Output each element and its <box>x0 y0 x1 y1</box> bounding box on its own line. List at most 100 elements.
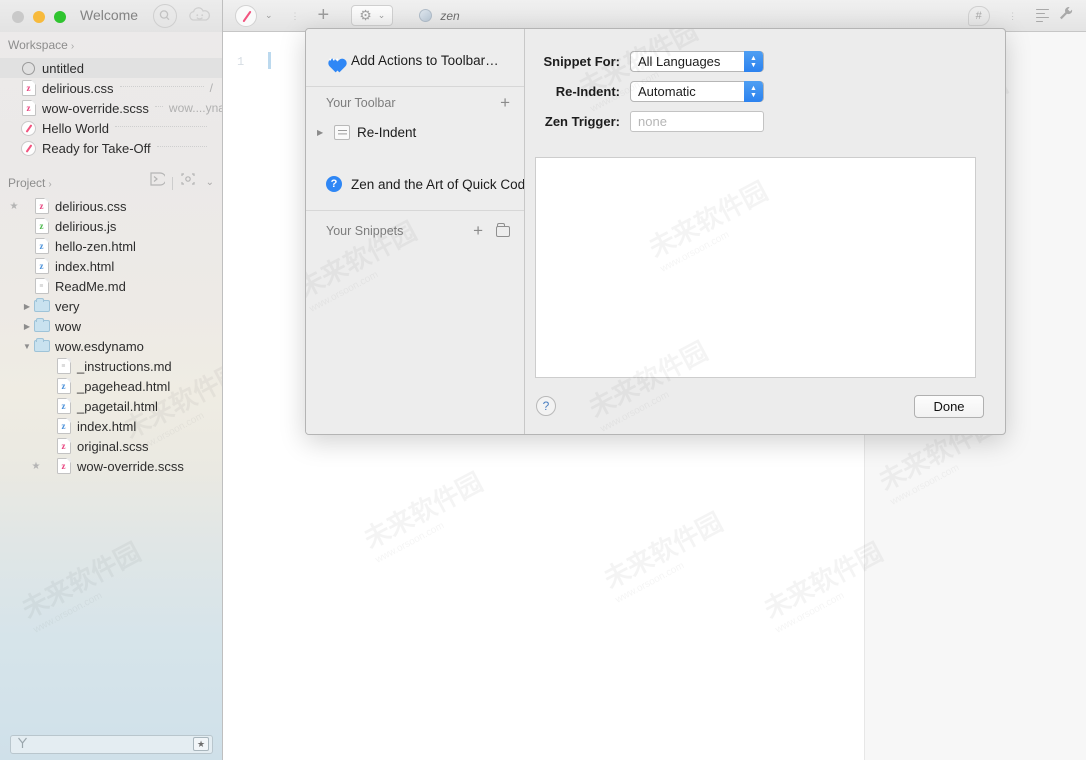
stepper-arrows-icon[interactable]: ▲ ▼ <box>744 51 763 72</box>
disclosure-triangle-icon[interactable] <box>43 416 55 436</box>
html-file-icon: z <box>34 258 49 274</box>
disclosure-triangle-icon[interactable]: ▶ <box>21 316 33 336</box>
disclosure-triangle-icon[interactable] <box>43 396 55 416</box>
filter-input[interactable]: ★ <box>10 734 213 754</box>
project-section-header[interactable]: Project › ⌄ <box>0 170 222 196</box>
project-item-label: original.scss <box>77 438 149 454</box>
project-item[interactable]: z _pagetail.html <box>0 396 222 416</box>
workspace-item-meta: / <box>209 81 213 95</box>
overflow-dots-icon[interactable]: ⋮ <box>291 11 300 20</box>
search-icon[interactable] <box>153 4 177 28</box>
add-snippet-button[interactable]: + <box>473 222 483 239</box>
project-item[interactable]: z hello-zen.html <box>0 236 222 256</box>
folder-icon <box>33 338 50 352</box>
disclosure-triangle-icon[interactable]: ▶ <box>317 128 327 137</box>
project-item[interactable]: ▶ very <box>0 296 222 316</box>
settings-brackets-icon[interactable] <box>180 170 196 196</box>
add-toolbar-action-button[interactable]: + <box>500 94 510 111</box>
sidebar-titlebar: Welcome <box>0 0 222 32</box>
snippet-body-textarea[interactable] <box>535 157 976 378</box>
add-button[interactable]: + <box>318 4 330 27</box>
hash-bubble-icon[interactable]: # <box>967 5 990 26</box>
overflow-dots-icon[interactable]: ⋮ <box>1008 11 1017 20</box>
sidebar: Welcome Workspace › untitled z delirious.c <box>0 0 223 760</box>
disclosure-triangle-icon[interactable]: ▶ <box>21 296 33 316</box>
workspace-section-header[interactable]: Workspace › <box>0 32 222 58</box>
scss-file-icon: z <box>56 438 71 454</box>
smiley-cloud-icon[interactable] <box>188 4 212 28</box>
lines-icon[interactable] <box>1035 8 1049 23</box>
md-file-icon: ≡ <box>34 278 49 294</box>
disclosure-triangle-icon[interactable] <box>43 456 55 476</box>
your-toolbar-actions: + <box>500 94 510 111</box>
chevron-down-icon[interactable]: ⌄ <box>265 10 273 21</box>
disclosure-triangle-icon[interactable] <box>21 276 33 296</box>
project-item[interactable]: z index.html <box>0 256 222 276</box>
gear-dropdown-button[interactable]: ⚙ ⌄ <box>351 5 394 26</box>
workspace-item[interactable]: untitled <box>0 58 222 78</box>
text-input[interactable]: none <box>630 111 764 132</box>
dialog-form-pane: Snippet For: All Languages ▲ ▼ Re-Indent: Aut… <box>525 29 1005 434</box>
search-glyph <box>159 10 170 21</box>
leader-dots <box>154 106 163 107</box>
compass-icon[interactable] <box>235 4 257 27</box>
project-item[interactable]: z _pagehead.html <box>0 376 222 396</box>
disclosure-triangle-icon[interactable] <box>21 236 33 256</box>
window-minimize-button[interactable] <box>33 11 45 23</box>
chevron-down-icon[interactable]: ⌄ <box>206 170 214 196</box>
dialog-sidebar: ••• Add Actions to Toolbar… Your Toolbar… <box>306 29 525 434</box>
project-item-label: index.html <box>77 418 137 434</box>
wrench-icon[interactable] <box>1057 5 1074 27</box>
filter-favorites-button[interactable]: ★ <box>193 737 209 751</box>
project-item[interactable]: ≡ ReadMe.md <box>0 276 222 296</box>
help-button[interactable]: ? <box>536 396 556 416</box>
favorite-star-icon[interactable]: ★ <box>30 461 42 472</box>
disclosure-triangle-icon[interactable]: ▼ <box>21 336 33 356</box>
window-close-button[interactable] <box>12 11 24 23</box>
chevron-right-icon: › <box>48 179 52 190</box>
console-glyph <box>150 172 167 186</box>
favorite-star-icon[interactable]: ★ <box>8 201 20 212</box>
disclosure-triangle-icon[interactable] <box>21 256 33 276</box>
folder-icon[interactable] <box>496 222 510 237</box>
html-file-icon: z <box>56 378 71 394</box>
toolbar-action-label: Re-Indent <box>357 124 417 140</box>
workspace-item[interactable]: Hello World <box>0 118 222 138</box>
project-item-label: wow <box>55 318 82 334</box>
divider <box>306 210 524 211</box>
add-actions-to-toolbar-item[interactable]: ••• Add Actions to Toolbar… <box>306 43 524 77</box>
project-item-label: wow-override.scss <box>77 458 184 474</box>
project-item[interactable]: ★ z wow-override.scss <box>0 456 222 476</box>
project-item-label: _pagetail.html <box>77 398 158 414</box>
workspace-item[interactable]: z delirious.css / <box>0 78 222 98</box>
toolbar-action-item[interactable]: ▶ Re-Indent <box>306 119 524 145</box>
zen-art-help-item[interactable]: ? Zen and the Art of Quick Codin <box>306 167 524 201</box>
workspace-item[interactable]: z wow-override.scss wow....ynamo <box>0 98 222 118</box>
folder-icon <box>33 318 50 332</box>
window-zoom-button[interactable] <box>54 11 66 23</box>
project-item[interactable]: z index.html <box>0 416 222 436</box>
disclosure-triangle-icon[interactable] <box>21 196 33 216</box>
done-button[interactable]: Done <box>914 395 984 418</box>
project-list: ★ z delirious.css z delirious.js z hello-zen.h… <box>0 196 222 476</box>
workspace-item[interactable]: Ready for Take-Off <box>0 138 222 158</box>
toolbar-items-list: ▶ Re-Indent <box>306 119 524 145</box>
project-item[interactable]: ▼ wow.esdynamo <box>0 336 222 356</box>
select-control[interactable]: Automatic ▲ ▼ <box>630 81 764 102</box>
disclosure-triangle-icon[interactable] <box>21 216 33 236</box>
workspace-item-label: delirious.css <box>42 80 114 96</box>
stepper-arrows-icon[interactable]: ▲ ▼ <box>744 81 763 102</box>
chevron-right-icon: › <box>70 41 75 52</box>
disclosure-triangle-icon[interactable] <box>43 376 55 396</box>
disclosure-triangle-icon[interactable] <box>43 436 55 456</box>
project-item[interactable]: ★ z delirious.css <box>0 196 222 216</box>
project-item[interactable]: ▶ wow <box>0 316 222 336</box>
project-item[interactable]: z delirious.js <box>0 216 222 236</box>
add-actions-label: Add Actions to Toolbar… <box>351 52 499 68</box>
console-icon[interactable] <box>149 170 167 196</box>
select-control[interactable]: All Languages ▲ ▼ <box>630 51 764 72</box>
project-item[interactable]: z original.scss <box>0 436 222 456</box>
project-item-label: very <box>55 298 80 314</box>
disclosure-triangle-icon[interactable] <box>43 356 55 376</box>
project-item[interactable]: ≡ _instructions.md <box>0 356 222 376</box>
